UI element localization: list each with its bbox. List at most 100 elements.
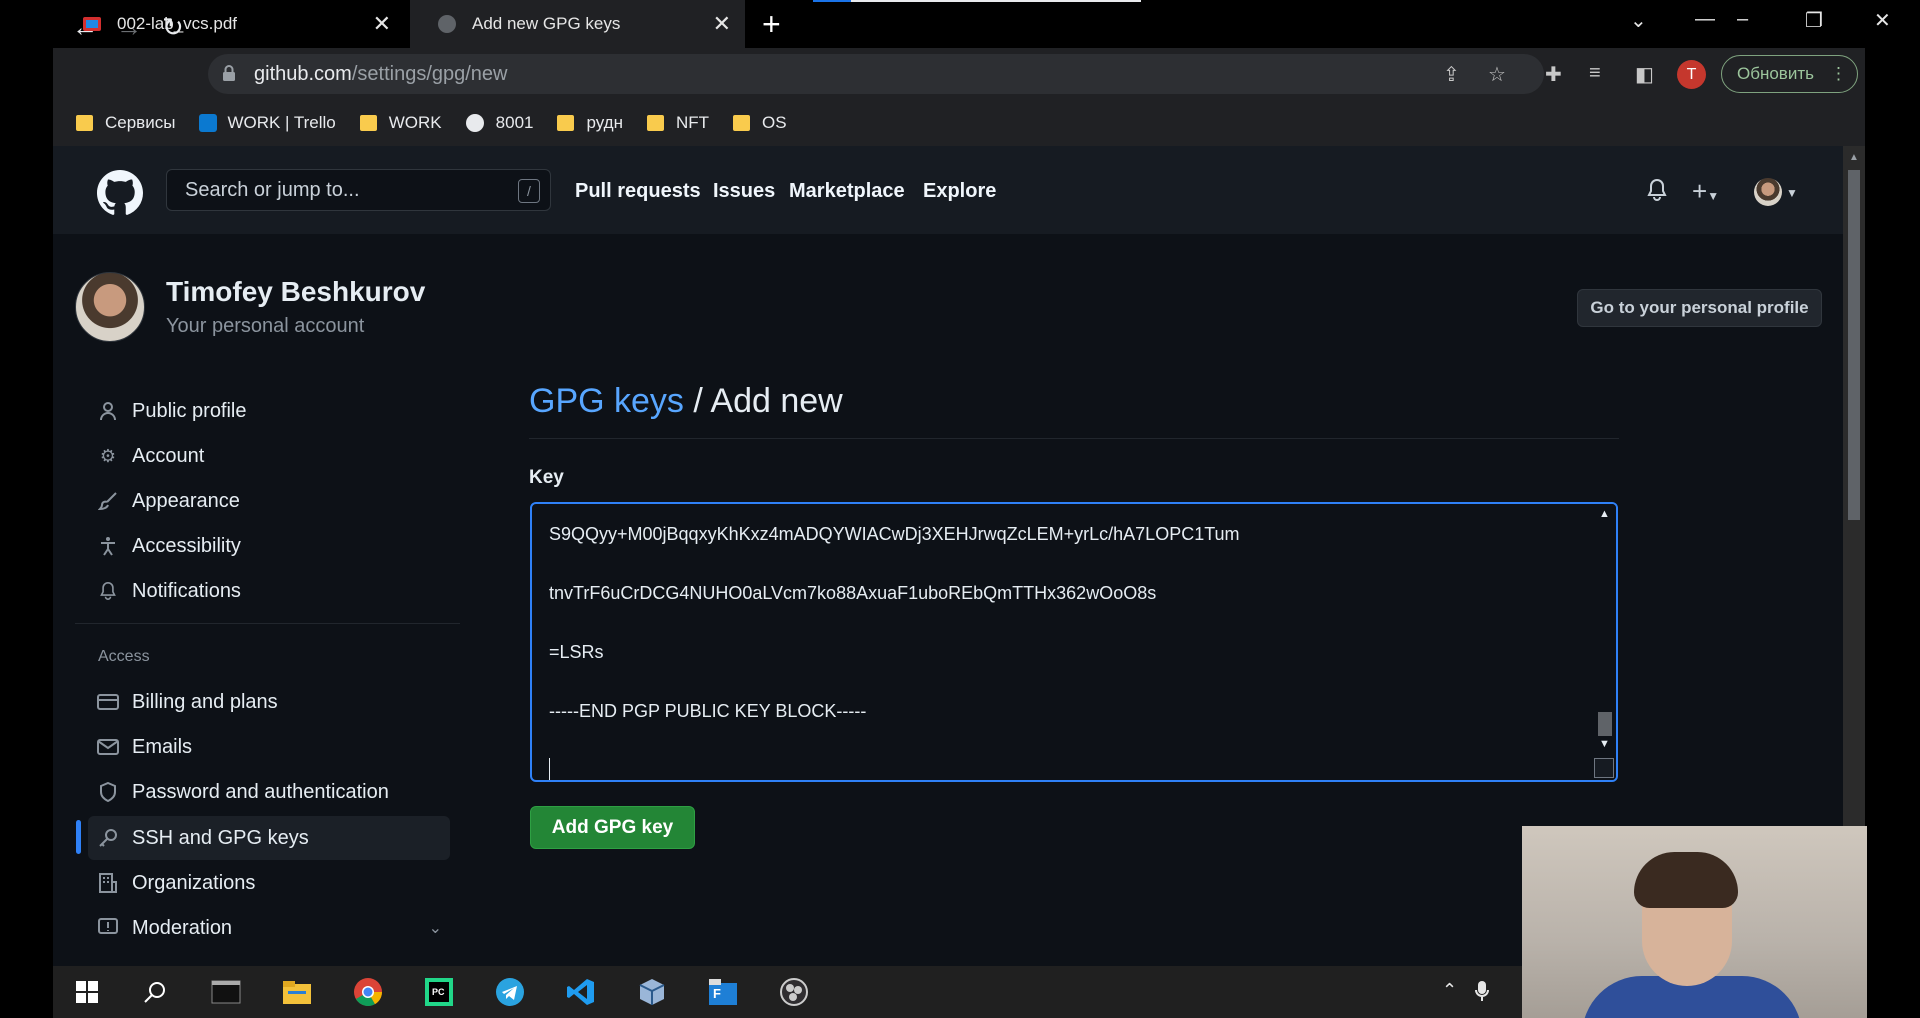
- update-button[interactable]: Обновить ⋮: [1721, 55, 1858, 93]
- restore-icon[interactable]: ❐: [1805, 8, 1823, 33]
- scrollbar-thumb[interactable]: [1848, 170, 1860, 520]
- sidebar-item-organizations[interactable]: Organizations: [97, 863, 255, 903]
- sidebar-item-label: Emails: [132, 735, 193, 758]
- search-icon[interactable]: [139, 976, 171, 1008]
- update-label: Обновить: [1737, 64, 1814, 83]
- terminal-icon[interactable]: [210, 976, 242, 1008]
- chrome-icon[interactable]: [352, 976, 384, 1008]
- address-bar[interactable]: github.com/settings/gpg/new: [208, 54, 1544, 94]
- github-logo-icon[interactable]: [97, 170, 143, 221]
- sidebar-item-moderation[interactable]: Moderation ⌄: [97, 908, 442, 948]
- extensions-icon[interactable]: ✚: [1545, 62, 1562, 87]
- side-panel-icon[interactable]: ◧: [1635, 62, 1654, 87]
- user-name[interactable]: Timofey Beshkurov: [166, 276, 425, 308]
- bookmark-label: WORK | Trello: [227, 113, 336, 132]
- close-icon[interactable]: ✕: [713, 11, 731, 37]
- windows-start-icon[interactable]: [71, 976, 103, 1008]
- folder-icon: [359, 115, 377, 131]
- sidebar-item-notifications[interactable]: Notifications: [97, 571, 241, 611]
- minimize-icon[interactable]: —: [1695, 8, 1715, 31]
- sidebar-item-password-authentication[interactable]: Password and authentication: [97, 772, 389, 812]
- media-icon[interactable]: ≡: [1589, 62, 1601, 85]
- key-line: =LSRs: [549, 642, 604, 662]
- profile-avatar[interactable]: T: [1677, 60, 1706, 89]
- scroll-up-icon[interactable]: ▲: [1849, 152, 1859, 163]
- close-window-icon[interactable]: ✕: [1874, 8, 1891, 33]
- gpg-keys-link[interactable]: GPG keys: [529, 382, 684, 420]
- bookmark-rudn[interactable]: рудн: [557, 113, 623, 133]
- tab-search-icon[interactable]: ⌄: [1630, 8, 1647, 33]
- key-line: -----END PGP PUBLIC KEY BLOCK-----: [549, 701, 867, 721]
- key-textarea[interactable]: S9QQyy+M00jBqqxyKhKxz4mADQYWIACwDj3XEHJr…: [530, 502, 1618, 782]
- sidebar-item-account[interactable]: ⚙ Account: [97, 436, 204, 476]
- microphone-icon[interactable]: [1475, 980, 1489, 1007]
- sidebar-section-access: Access: [98, 648, 150, 665]
- scrollbar-thumb[interactable]: [1598, 712, 1612, 736]
- github-icon: [436, 14, 458, 34]
- key-line: S9QQyy+M00jBqqxyKhKxz4mADQYWIACwDj3XEHJr…: [549, 524, 1240, 544]
- sidebar-item-ssh-gpg-keys[interactable]: SSH and GPG keys: [97, 818, 309, 858]
- forward-icon[interactable]: →: [116, 12, 142, 43]
- pycharm-icon[interactable]: PC: [423, 976, 455, 1008]
- telegram-icon[interactable]: [494, 976, 526, 1008]
- bell-icon[interactable]: [1646, 178, 1668, 208]
- reload-icon[interactable]: ↻: [162, 12, 184, 43]
- minimize-window-button[interactable]: –: [1737, 8, 1748, 31]
- personal-profile-button[interactable]: Go to your personal profile: [1577, 289, 1822, 327]
- tab-title: Add new GPG keys: [472, 14, 621, 33]
- bell-icon: [97, 581, 119, 601]
- bookmark-nft[interactable]: NFT: [647, 113, 709, 133]
- caret-down-icon[interactable]: ▼: [1786, 186, 1798, 200]
- new-tab-button[interactable]: +: [762, 6, 781, 43]
- sidebar-item-accessibility[interactable]: Accessibility: [97, 526, 241, 566]
- lock-icon[interactable]: [222, 64, 236, 87]
- bookmark-star-icon[interactable]: ☆: [1488, 62, 1506, 87]
- bookmark-os[interactable]: OS: [733, 113, 787, 133]
- search-shortcut-badge: /: [518, 179, 540, 203]
- tab-pdf[interactable]: 002-lab_vcs.pdf ✕: [55, 0, 405, 48]
- resize-handle[interactable]: [1594, 758, 1614, 778]
- bookmark-work[interactable]: WORK: [359, 113, 442, 133]
- caret-down-icon: ▼: [1707, 189, 1720, 203]
- webcam-person-hair: [1634, 852, 1738, 908]
- tray-expand-icon[interactable]: ⌃: [1442, 980, 1457, 1001]
- chevron-down-icon[interactable]: ⌄: [429, 918, 442, 938]
- scroll-up-icon[interactable]: ▲: [1599, 508, 1610, 520]
- nav-explore[interactable]: Explore: [923, 180, 996, 203]
- add-gpg-key-button[interactable]: Add GPG key: [530, 806, 695, 849]
- vscode-icon[interactable]: [565, 976, 597, 1008]
- nav-issues[interactable]: Issues: [713, 180, 775, 203]
- bookmark-servisy[interactable]: Сервисы: [76, 113, 175, 133]
- search-input[interactable]: Search or jump to... /: [166, 169, 551, 211]
- url-host: github.com: [254, 62, 352, 85]
- nav-pull-requests[interactable]: Pull requests: [575, 180, 701, 203]
- key-icon: [97, 828, 119, 848]
- nav-marketplace[interactable]: Marketplace: [789, 180, 905, 203]
- bookmark-label: рудн: [586, 113, 623, 132]
- account-subtitle: Your personal account: [166, 315, 365, 337]
- far-manager-icon[interactable]: F: [707, 976, 739, 1008]
- sidebar-item-public-profile[interactable]: Public profile: [97, 391, 247, 431]
- scroll-down-icon[interactable]: ▼: [1599, 738, 1610, 750]
- sidebar-item-appearance[interactable]: Appearance: [97, 481, 240, 521]
- file-explorer-icon[interactable]: [281, 976, 313, 1008]
- back-icon[interactable]: ←: [72, 12, 98, 43]
- tab-add-gpg-keys[interactable]: Add new GPG keys ✕: [410, 0, 745, 48]
- obs-icon[interactable]: [778, 976, 810, 1008]
- avatar: [75, 272, 145, 342]
- share-icon[interactable]: ⇪: [1443, 62, 1460, 87]
- bookmark-work-trello[interactable]: WORK | Trello: [199, 113, 336, 133]
- sidebar-active-indicator: [76, 820, 81, 854]
- close-icon[interactable]: ✕: [373, 11, 391, 37]
- sidebar-item-billing[interactable]: Billing and plans: [97, 682, 278, 722]
- user-avatar[interactable]: [1754, 178, 1782, 206]
- sidebar-item-label: Password and authentication: [132, 780, 389, 803]
- virtualbox-icon[interactable]: [636, 976, 668, 1008]
- folder-icon: [647, 115, 664, 131]
- bookmark-8001[interactable]: 8001: [465, 113, 533, 133]
- create-new-plus-icon[interactable]: +▼: [1692, 176, 1719, 207]
- textarea-scrollbar[interactable]: ▲ ▼: [1594, 504, 1616, 780]
- sidebar-item-label: Organizations: [132, 871, 256, 894]
- sidebar-item-emails[interactable]: Emails: [97, 727, 192, 767]
- report-icon: [97, 918, 119, 938]
